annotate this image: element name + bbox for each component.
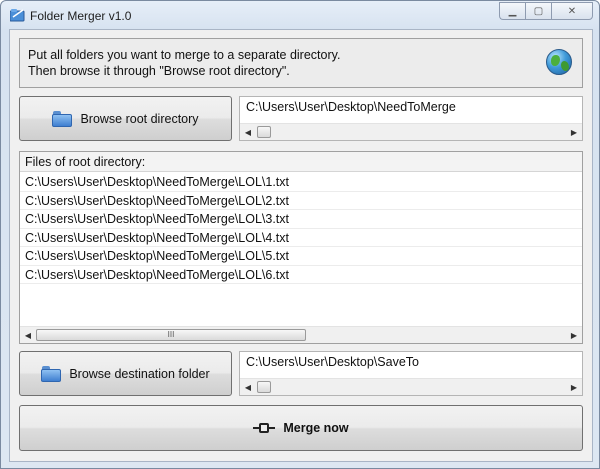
scroll-left-icon[interactable]: ◀ (242, 127, 254, 138)
scroll-thumb[interactable]: III (36, 329, 306, 341)
app-icon (10, 9, 25, 22)
merge-now-button[interactable]: Merge now (19, 405, 583, 451)
destination-path-text: C:\Users\User\Desktop\SaveTo (246, 355, 419, 369)
maximize-button[interactable]: ▢ (525, 2, 551, 20)
scroll-right-icon[interactable]: ▶ (568, 382, 580, 393)
files-list-header: Files of root directory: (20, 152, 582, 172)
browse-root-button[interactable]: Browse root directory (19, 96, 232, 141)
destination-path-scrollbar[interactable]: ◀ ▶ (240, 378, 582, 395)
scroll-right-icon[interactable]: ▶ (568, 127, 580, 138)
info-line-1: Put all folders you want to merge to a s… (28, 48, 341, 62)
folder-icon (41, 365, 62, 382)
list-item[interactable]: C:\Users\User\Desktop\NeedToMerge\LOL\6.… (20, 266, 582, 284)
merge-now-label: Merge now (283, 421, 349, 435)
window-title: Folder Merger v1.0 (30, 9, 132, 23)
files-list[interactable]: Files of root directory: C:\Users\User\D… (19, 151, 583, 344)
title-bar[interactable]: Folder Merger v1.0 ▁ ▢ ✕ (1, 1, 599, 29)
window-controls: ▁ ▢ ✕ (499, 2, 593, 20)
close-button[interactable]: ✕ (551, 2, 593, 20)
root-path-scrollbar[interactable]: ◀ ▶ (240, 123, 582, 140)
list-item[interactable]: C:\Users\User\Desktop\NeedToMerge\LOL\3.… (20, 210, 582, 229)
root-path-text: C:\Users\User\Desktop\NeedToMerge (246, 100, 456, 114)
folder-icon (52, 110, 73, 127)
scroll-left-icon[interactable]: ◀ (22, 330, 34, 341)
scroll-thumb[interactable] (257, 381, 271, 393)
scroll-thumb[interactable] (257, 126, 271, 138)
scroll-right-icon[interactable]: ▶ (568, 330, 580, 341)
info-panel: Put all folders you want to merge to a s… (19, 38, 583, 88)
browse-destination-button[interactable]: Browse destination folder (19, 351, 232, 396)
destination-path-field[interactable]: C:\Users\User\Desktop\SaveTo ◀ ▶ (239, 351, 583, 396)
list-item[interactable]: C:\Users\User\Desktop\NeedToMerge\LOL\5.… (20, 247, 582, 266)
files-list-scrollbar[interactable]: ◀ III ▶ (20, 326, 582, 343)
minimize-button[interactable]: ▁ (499, 2, 525, 20)
root-path-field[interactable]: C:\Users\User\Desktop\NeedToMerge ◀ ▶ (239, 96, 583, 141)
files-list-items: C:\Users\User\Desktop\NeedToMerge\LOL\1.… (20, 173, 582, 284)
plug-icon (253, 422, 276, 434)
globe-icon (546, 49, 572, 75)
scroll-grip-icon: III (167, 330, 175, 339)
info-line-2: Then browse it through "Browse root dire… (28, 64, 290, 78)
minimize-icon: ▁ (508, 5, 517, 17)
list-item[interactable]: C:\Users\User\Desktop\NeedToMerge\LOL\4.… (20, 229, 582, 247)
app-window: Folder Merger v1.0 ▁ ▢ ✕ Put all folders… (0, 0, 600, 469)
browse-root-label: Browse root directory (80, 111, 199, 126)
list-item[interactable]: C:\Users\User\Desktop\NeedToMerge\LOL\1.… (20, 173, 582, 192)
client-area: Put all folders you want to merge to a s… (9, 29, 593, 462)
browse-destination-label: Browse destination folder (69, 366, 210, 381)
scroll-left-icon[interactable]: ◀ (242, 382, 254, 393)
list-item[interactable]: C:\Users\User\Desktop\NeedToMerge\LOL\2.… (20, 192, 582, 210)
close-icon: ✕ (567, 5, 577, 17)
maximize-icon: ▢ (533, 5, 544, 17)
